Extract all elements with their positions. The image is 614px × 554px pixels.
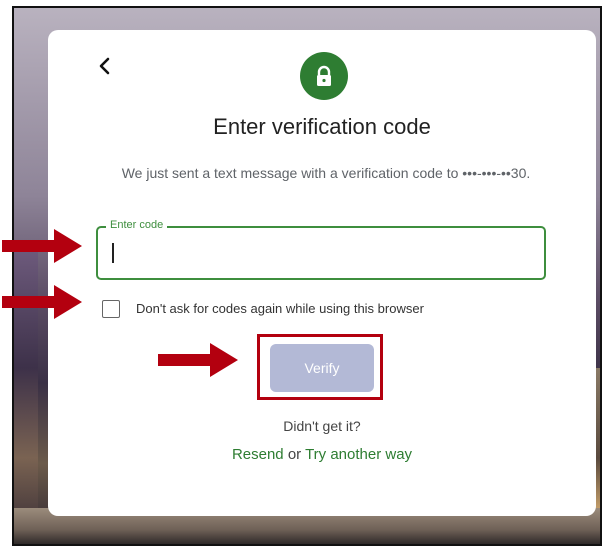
code-input[interactable] <box>112 244 516 266</box>
lock-icon <box>317 65 331 86</box>
right-arrow-icon <box>158 343 238 377</box>
remember-browser-checkbox[interactable] <box>102 300 120 318</box>
lock-badge <box>300 52 348 100</box>
right-arrow-icon <box>2 229 82 263</box>
try-another-way-link[interactable]: Try another way <box>305 446 412 463</box>
code-field-label: Enter code <box>106 219 168 231</box>
verification-dialog: Enter verification code We just sent a t… <box>48 30 596 516</box>
chevron-left-icon <box>99 57 110 75</box>
page-title: Enter verification code <box>213 114 431 139</box>
resend-link[interactable]: Resend <box>232 446 284 463</box>
right-arrow-icon <box>2 285 82 319</box>
verify-button[interactable]: Verify <box>270 344 374 392</box>
or-text: or <box>287 446 302 463</box>
code-field[interactable]: Enter code <box>96 219 546 280</box>
resend-options: Resend or Try another way <box>48 446 596 463</box>
screenshot-frame: Enter verification code We just sent a t… <box>12 6 602 546</box>
verification-message: We just sent a text message with a verif… <box>121 165 531 181</box>
text-cursor <box>112 243 114 263</box>
didnt-get-it-text: Didn't get it? <box>283 418 361 434</box>
back-button[interactable] <box>98 56 118 80</box>
remember-browser-label: Don't ask for codes again while using th… <box>136 301 424 316</box>
